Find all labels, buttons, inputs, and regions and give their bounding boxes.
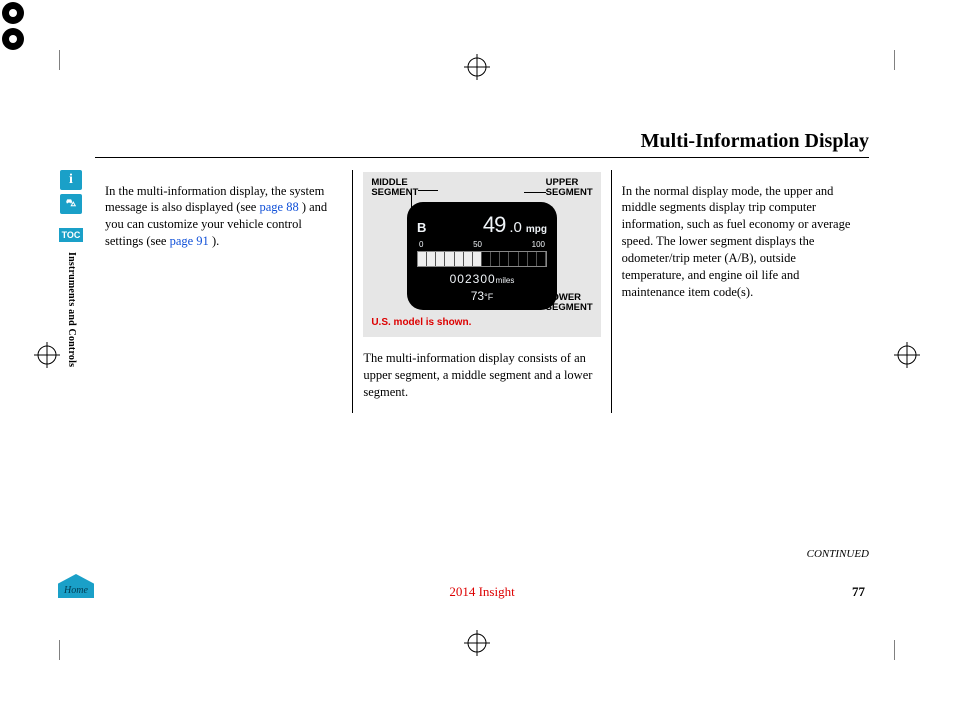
col1-paragraph: In the multi-information display, the sy… [105, 183, 342, 251]
scale-100: 100 [532, 240, 545, 251]
col3-body: In the normal display mode, the upper an… [622, 183, 859, 301]
leader-line [418, 190, 438, 191]
column-2: MIDDLE SEGMENT UPPER SEGMENT LOWER SEGME… [352, 170, 610, 413]
crop-mark-tl [30, 50, 60, 80]
illustration-note: U.S. model is shown. [371, 316, 592, 330]
home-button[interactable]: Home [58, 574, 94, 598]
trip-letter: B [417, 219, 426, 237]
mid-upper-row: B 49.0 mpg [417, 210, 547, 240]
odometer: 002300miles [417, 271, 547, 287]
temperature: 73°F [417, 288, 547, 304]
sidebar: i ⛍ TOC Instruments and Controls [57, 170, 85, 367]
mid-scale: 0 50 100 [419, 240, 545, 251]
mpg-unit: mpg [526, 223, 547, 237]
columns: i ⛍ TOC Instruments and Controls In the … [95, 170, 869, 413]
info-icon[interactable]: i [60, 170, 82, 190]
footer-page-number: 77 [852, 584, 865, 600]
registration-mark-top [462, 52, 492, 82]
mpg-decimal: .0 [509, 218, 522, 238]
home-label: Home [64, 585, 88, 596]
crop-mark-bl [30, 630, 60, 660]
column-3: In the normal display mode, the upper an… [611, 170, 869, 413]
crop-mark-tr [894, 50, 924, 80]
car-icon[interactable]: ⛍ [60, 194, 82, 214]
mid-device: B 49.0 mpg 0 50 100 002300miles 73°F [407, 202, 557, 310]
leader-line [524, 192, 546, 193]
toc-button[interactable]: TOC [59, 228, 83, 242]
crop-mark-br [894, 630, 924, 660]
scale-50: 50 [473, 240, 482, 251]
continued-label: CONTINUED [807, 548, 869, 560]
registration-mark-right [892, 340, 922, 370]
registration-mark-tl [0, 0, 26, 26]
col2-caption: The multi-information display consists o… [363, 350, 600, 401]
illustration: MIDDLE SEGMENT UPPER SEGMENT LOWER SEGME… [363, 172, 600, 337]
column-1: i ⛍ TOC Instruments and Controls In the … [95, 170, 352, 413]
mpg-integer: 49 [483, 210, 505, 240]
registration-mark-br [0, 26, 26, 52]
page-link-91[interactable]: page 91 [170, 234, 209, 248]
page-title: Multi-Information Display [95, 130, 869, 158]
scale-0: 0 [419, 240, 423, 251]
mid-bar-gauge [417, 251, 547, 267]
section-label: Instruments and Controls [64, 252, 78, 367]
label-upper-segment: UPPER SEGMENT [546, 178, 593, 198]
page-content: Multi-Information Display i ⛍ TOC Instru… [95, 130, 869, 610]
registration-mark-bottom [462, 628, 492, 658]
page-link-88[interactable]: page 88 [259, 200, 298, 214]
footer-model: 2014 Insight [449, 584, 514, 600]
